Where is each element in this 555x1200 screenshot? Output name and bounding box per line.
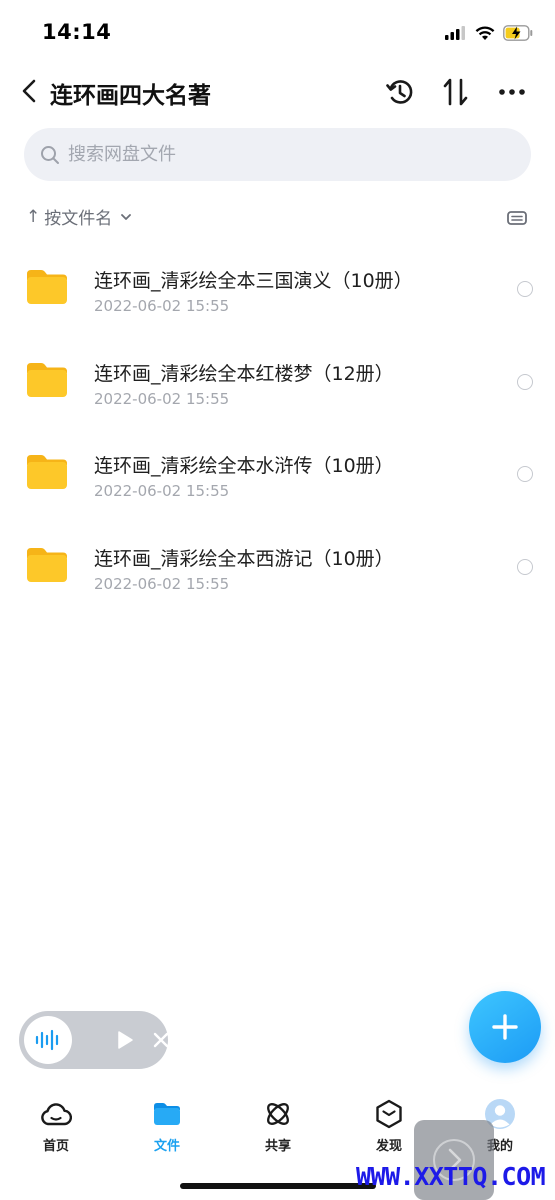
tab-label: 文件 bbox=[153, 1139, 180, 1154]
search-input[interactable] bbox=[68, 144, 468, 165]
list-item[interactable]: 连环画_清彩绘全本水浒传（10册） 2022-06-02 15:55 bbox=[0, 425, 555, 518]
history-button[interactable] bbox=[382, 74, 418, 110]
select-checkbox[interactable] bbox=[517, 466, 533, 482]
tab-label: 首页 bbox=[42, 1139, 69, 1154]
select-checkbox[interactable] bbox=[517, 281, 533, 297]
signal-icon bbox=[445, 26, 465, 40]
search-icon bbox=[41, 145, 59, 164]
sort-by-name-button[interactable]: ↑ 按文件名 bbox=[26, 204, 132, 229]
audio-close-button[interactable] bbox=[149, 1028, 173, 1052]
sound-wave-icon bbox=[35, 1029, 59, 1051]
sort-button[interactable] bbox=[438, 74, 474, 110]
list-item[interactable]: 连环画_清彩绘全本西游记（10册） 2022-06-02 15:55 bbox=[0, 518, 555, 611]
view-toggle-icon bbox=[507, 211, 527, 225]
folder-icon bbox=[27, 547, 67, 582]
search-box[interactable] bbox=[24, 128, 531, 181]
cube-icon bbox=[376, 1099, 402, 1129]
file-name: 连环画_清彩绘全本红楼梦（12册） bbox=[94, 362, 394, 385]
folder-icon bbox=[27, 455, 67, 489]
wifi-icon bbox=[475, 25, 495, 40]
watermark-text: WWW.XXTTQ.COM bbox=[356, 1162, 546, 1191]
file-date: 2022-06-02 15:55 bbox=[94, 389, 230, 408]
file-list: 连环画_清彩绘全本三国演义（10册） 2022-06-02 15:55 连环画_… bbox=[0, 240, 555, 610]
history-icon bbox=[386, 80, 413, 104]
audio-player bbox=[19, 1011, 169, 1069]
more-icon bbox=[499, 89, 525, 95]
tab-home[interactable]: 首页 bbox=[21, 1098, 91, 1154]
file-name: 连环画_清彩绘全本水浒传（10册） bbox=[94, 455, 394, 477]
atom-icon bbox=[267, 1103, 289, 1125]
chevron-left-icon bbox=[22, 79, 36, 103]
status-bar: 14:14 bbox=[0, 0, 555, 66]
file-date: 2022-06-02 15:55 bbox=[94, 574, 230, 593]
audio-play-button[interactable] bbox=[113, 1028, 137, 1052]
folder-icon bbox=[154, 1103, 180, 1125]
chevron-down-icon bbox=[121, 213, 132, 220]
sort-arrow-icon: ↑ bbox=[26, 206, 41, 227]
tab-label: 发现 bbox=[375, 1139, 402, 1154]
plus-icon bbox=[492, 1014, 518, 1040]
sort-icon bbox=[443, 78, 468, 106]
cloud-icon bbox=[41, 1103, 72, 1126]
file-name: 连环画_清彩绘全本西游记（10册） bbox=[94, 547, 394, 570]
view-toggle-button[interactable] bbox=[505, 206, 529, 230]
home-indicator bbox=[180, 1183, 376, 1189]
select-checkbox[interactable] bbox=[517, 373, 533, 390]
status-icons bbox=[445, 22, 533, 44]
sort-label: 按文件名 bbox=[44, 209, 113, 229]
tab-files[interactable]: 文件 bbox=[132, 1098, 202, 1154]
status-time: 14:14 bbox=[42, 20, 112, 44]
back-button[interactable] bbox=[14, 74, 44, 108]
folder-icon bbox=[27, 270, 67, 304]
select-checkbox[interactable] bbox=[517, 558, 533, 575]
list-item[interactable]: 连环画_清彩绘全本三国演义（10册） 2022-06-02 15:55 bbox=[0, 240, 555, 333]
page-title: 连环画四大名著 bbox=[50, 83, 211, 109]
file-name: 连环画_清彩绘全本三国演义（10册） bbox=[94, 270, 413, 292]
nav-bar: 连环画四大名著 bbox=[0, 66, 555, 118]
play-icon bbox=[118, 1031, 133, 1049]
list-item[interactable]: 连环画_清彩绘全本红楼梦（12册） 2022-06-02 15:55 bbox=[0, 333, 555, 426]
tab-share[interactable]: 共享 bbox=[243, 1098, 313, 1154]
close-icon bbox=[153, 1032, 169, 1048]
audio-expand-button[interactable] bbox=[24, 1016, 72, 1064]
battery-charging-icon bbox=[503, 25, 533, 41]
file-date: 2022-06-02 15:55 bbox=[94, 297, 230, 315]
sort-row: ↑ 按文件名 bbox=[26, 204, 531, 232]
tab-label: 共享 bbox=[264, 1139, 291, 1154]
more-button[interactable] bbox=[494, 74, 530, 110]
folder-icon bbox=[27, 362, 67, 397]
add-button[interactable] bbox=[469, 991, 541, 1063]
file-date: 2022-06-02 15:55 bbox=[94, 482, 230, 500]
